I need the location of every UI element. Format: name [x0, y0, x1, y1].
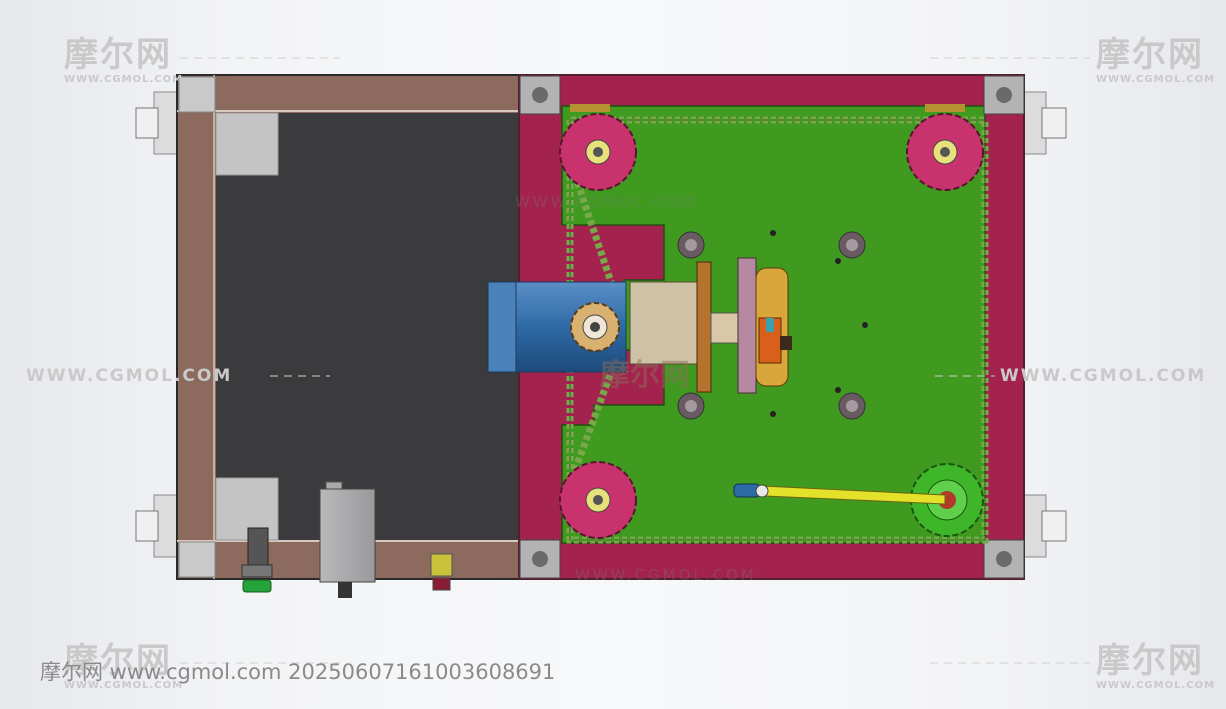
sprocket-bottom-left: [559, 461, 637, 539]
top-tab-left: [570, 104, 610, 112]
watermark-url-left: WWW.CGMOL.COM: [26, 366, 233, 386]
drawing-watermark-url: WWW.CGMOL.COM: [515, 193, 697, 211]
watermark-logo-sub-top-right: WWW.CGMOL.COM: [1096, 74, 1216, 85]
watermark-logo-top-right: 摩尔网: [1096, 35, 1204, 75]
mount-foot-left-top: [135, 91, 179, 155]
sprocket-top-left: [559, 113, 637, 191]
mount-foot-right-bottom: [1023, 494, 1067, 558]
corner-bracket-top-right: [983, 75, 1025, 115]
drawing-watermark-url-bottom: WWW.CGMOL.COM: [575, 566, 757, 584]
footer-stamp: 摩尔网 www.cgmol.com 20250607161003608691: [40, 660, 556, 684]
watermark-logo-sub-bottom-right: WWW.CGMOL.COM: [1096, 680, 1216, 691]
corner-bracket-bottom-left: [519, 539, 561, 579]
machine-top-view-drawing: WWW.CGMOL.COM 摩尔网 WWW.CGMOL.COM: [135, 57, 1090, 664]
watermark-logo-top-left: 摩尔网: [64, 35, 172, 75]
indicator-light: [430, 553, 453, 591]
mount-foot-right-top: [1023, 91, 1067, 155]
corner-bracket-top-left: [519, 75, 561, 115]
mount-foot-left-bottom: [135, 494, 179, 558]
watermark-logo-sub-top-left: WWW.CGMOL.COM: [64, 74, 184, 85]
sprocket-top-right: [906, 113, 984, 191]
watermark-logo-bottom-right: 摩尔网: [1096, 641, 1204, 681]
corner-bracket-bottom-right: [983, 539, 1025, 579]
control-box: [319, 481, 376, 598]
watermark-url-right: WWW.CGMOL.COM: [1000, 366, 1207, 386]
top-tab-right: [925, 104, 965, 112]
drawing-watermark-logo: 摩尔网: [600, 358, 690, 393]
